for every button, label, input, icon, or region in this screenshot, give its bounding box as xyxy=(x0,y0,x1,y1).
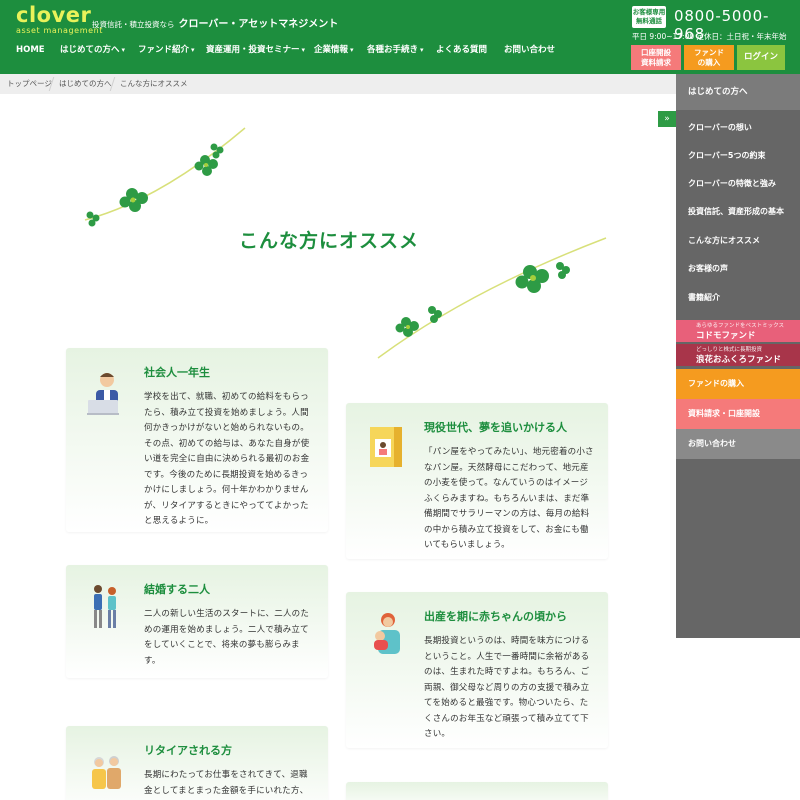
nav-label: ファンド紹介 xyxy=(138,45,190,55)
nav-funds[interactable]: ファンド紹介 ▾ xyxy=(138,40,195,60)
mother-baby-icon xyxy=(374,613,400,654)
sidebar-item-strengths[interactable]: クローバーの特徴と強み xyxy=(676,170,800,198)
sidebar-item-promises[interactable]: クローバー5つの約束 xyxy=(676,142,800,170)
header-tagline: 投資信託・積立投資なら クローバー・アセットマネジメント xyxy=(92,12,338,31)
chevron-down-icon: ▾ xyxy=(420,46,424,54)
elderly-couple-icon xyxy=(92,756,121,789)
fund-purchase-button[interactable]: ファンド の購入 xyxy=(684,45,734,70)
recommend-card: 結婚する二人 二人の新しい生活のスタートに、二人のための運用を始めましょう。二人… xyxy=(66,565,328,678)
sidebar-header[interactable]: はじめての方へ xyxy=(676,74,800,110)
breadcrumb-home[interactable]: トップページ xyxy=(7,74,52,94)
site-header: clover asset management 投資信託・積立投資なら クローバー… xyxy=(0,0,800,74)
card-body: 学校を出て、就職、初めての給料をもらったら、積み立て投資を始めましょう。人間何か… xyxy=(144,392,310,526)
business-hours: 平日 9:00~17:00 定休日：土日祝・年末年始 xyxy=(632,32,787,41)
sidebar-item-basics[interactable]: 投資信託、資産形成の基本 xyxy=(676,198,800,226)
card-body: 長期にわたってお仕事をされてきて、退職金としてまとまった金額を手にいれた方、 xyxy=(144,770,309,796)
nav-label: 各種お手続き xyxy=(367,45,419,55)
recommend-card: リタイアされる方 長期にわたってお仕事をされてきて、退職金としてまとまった金額を… xyxy=(66,726,328,800)
button-line-2: の購入 xyxy=(697,58,721,67)
sidebar-item-books[interactable]: 書籍紹介 xyxy=(676,284,800,312)
badge-line-1: お客様専用 xyxy=(632,8,666,16)
sidebar-document-request[interactable]: 資料請求・口座開設 xyxy=(676,399,800,429)
sidebar-item-recommended[interactable]: こんな方にオススメ xyxy=(676,227,800,255)
bakery-icon xyxy=(370,427,402,467)
button-line-1: ファンド xyxy=(694,48,724,57)
chevron-down-icon: ▾ xyxy=(191,46,195,54)
nav-home[interactable]: HOME xyxy=(16,40,45,60)
nav-label: 企業情報 xyxy=(314,45,349,55)
sidebar-item-testimonials[interactable]: お客様の声 xyxy=(676,255,800,283)
card-title: 社会人一年生 xyxy=(144,366,210,379)
sidebar-fund-purchase[interactable]: ファンドの購入 xyxy=(676,369,800,399)
card-title: 現役世代、夢を追いかける人 xyxy=(424,421,567,434)
fund-name: コドモファンド xyxy=(696,331,756,341)
sidebar-fund-naniwa[interactable]: どっしりと株式に長期投資 浪花おふくろファンド xyxy=(676,344,800,366)
logo-wordmark: clover xyxy=(16,3,92,27)
account-request-button[interactable]: 口座開設 資料請求 xyxy=(631,45,681,70)
businessman-laptop-icon xyxy=(87,373,119,415)
logo-subtitle: asset management xyxy=(16,26,104,35)
chevron-down-icon: ▾ xyxy=(350,46,354,54)
nav-faq[interactable]: よくある質問 xyxy=(436,40,487,60)
nav-label: はじめての方へ xyxy=(60,45,120,55)
card-title: リタイアされる方 xyxy=(144,744,232,757)
nav-seminar[interactable]: 資産運用・投資セミナー ▾ xyxy=(206,40,305,60)
nav-company[interactable]: 企業情報 ▾ xyxy=(314,40,354,60)
button-line-1: 口座開設 xyxy=(641,48,671,57)
sidebar: はじめての方へ クローバーの想い クローバー5つの約束 クローバーの特徴と強み … xyxy=(676,74,800,638)
couple-icon xyxy=(94,585,116,628)
nav-label: 資産運用・投資セミナー xyxy=(206,45,300,55)
site-logo[interactable]: clover asset management xyxy=(16,4,103,35)
tagline-text: 投資信託・積立投資なら xyxy=(92,20,175,29)
login-button[interactable]: ログイン xyxy=(737,45,785,70)
sidebar-item-philosophy[interactable]: クローバーの想い xyxy=(676,114,800,142)
breadcrumb: トップページ はじめての方へ こんな方にオススメ xyxy=(0,74,676,94)
company-name: クローバー・アセットマネジメント xyxy=(178,19,339,30)
double-chevron-right-icon[interactable]: » xyxy=(658,111,676,127)
card-body: 二人の新しい生活のスタートに、二人のための運用を始めましょう。二人で積み立てをし… xyxy=(144,609,310,666)
chevron-down-icon: ▾ xyxy=(121,46,126,54)
card-body: 長期投資というのは、時間を味方につけるということ。人生で一番時間に余裕があるのは… xyxy=(424,636,590,739)
free-call-badge: お客様専用 無料通話 xyxy=(632,6,666,28)
button-line-2: 資料請求 xyxy=(641,58,671,67)
page-title: こんな方にオススメ xyxy=(239,230,420,252)
clover-branch-left-icon xyxy=(84,127,246,227)
chevron-down-icon: ▾ xyxy=(301,46,306,54)
breadcrumb-current: こんな方にオススメ xyxy=(120,79,188,88)
recommend-card: 出産を期に赤ちゃんの頃から 長期投資というのは、時間を味方につけるということ。人… xyxy=(346,592,608,748)
nav-procedures[interactable]: 各種お手続き ▾ xyxy=(367,40,424,60)
card-body: 「パン屋をやってみたい」、地元密着の小さなパン屋。天然酵母にこだわって、地元産の… xyxy=(424,447,594,550)
sidebar-contact[interactable]: お問い合わせ xyxy=(676,429,800,459)
recommend-card: 現役世代、夢を追いかける人 「パン屋をやってみたい」、地元密着の小さなパン屋。天… xyxy=(346,403,608,559)
card-title: 出産を期に赤ちゃんの頃から xyxy=(424,610,567,623)
card-title: 結婚する二人 xyxy=(144,583,210,596)
nav-beginners[interactable]: はじめての方へ ▾ xyxy=(60,40,125,60)
breadcrumb-beginners[interactable]: はじめての方へ xyxy=(59,74,112,94)
fund-tagline: あらゆるファンドをベストミックス xyxy=(696,323,784,329)
recommend-card xyxy=(346,782,608,800)
fund-tagline: どっしりと株式に長期投資 xyxy=(696,347,763,353)
nav-label: よくある質問 xyxy=(436,45,488,55)
nav-label: HOME xyxy=(16,45,45,55)
fund-name: 浪花おふくろファンド xyxy=(696,355,782,365)
badge-line-2: 無料通話 xyxy=(636,17,662,25)
nav-label: お問い合わせ xyxy=(504,45,556,55)
recommend-card: 社会人一年生 学校を出て、就職、初めての給料をもらったら、積み立て投資を始めまし… xyxy=(66,348,328,532)
nav-contact[interactable]: お問い合わせ xyxy=(504,40,555,60)
sidebar-fund-kodomo[interactable]: あらゆるファンドをベストミックス コドモファンド xyxy=(676,320,800,342)
